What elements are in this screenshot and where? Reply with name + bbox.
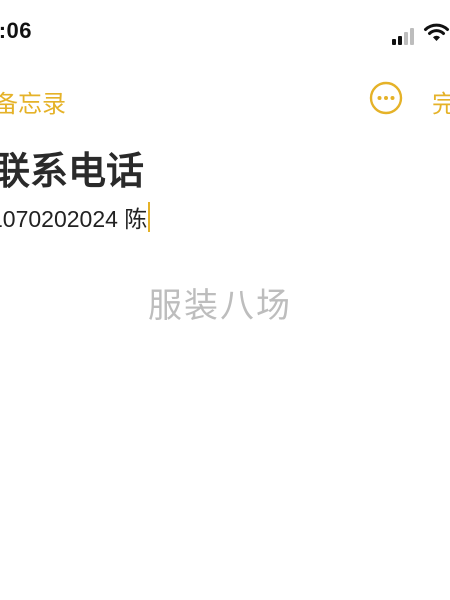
- note-text-line[interactable]: 1070202024 陈: [0, 200, 151, 234]
- wifi-icon: [423, 23, 450, 43]
- cellular-signal-icon: [392, 27, 420, 45]
- note-title[interactable]: 联系电话: [0, 140, 144, 195]
- note-text: 1070202024 陈: [0, 206, 148, 232]
- back-button[interactable]: 备忘录: [0, 84, 66, 119]
- status-bar: 3:06: [0, 0, 450, 60]
- note-editor[interactable]: 联系电话 1070202024 陈 服装八场: [0, 130, 450, 600]
- ellipsis-circle-icon[interactable]: [369, 81, 403, 115]
- text-cursor: [148, 202, 151, 232]
- watermark: 服装八场: [148, 286, 292, 326]
- status-time: 3:06: [0, 18, 33, 43]
- done-button[interactable]: 完: [432, 84, 450, 119]
